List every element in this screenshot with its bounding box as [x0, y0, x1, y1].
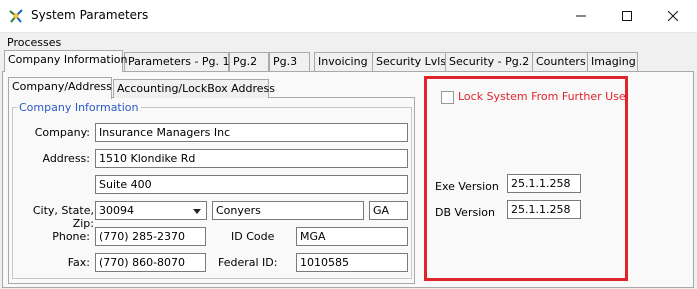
state-field[interactable]: GA: [369, 201, 408, 220]
phone-field[interactable]: (770) 285-2370: [95, 227, 206, 246]
chevron-down-icon[interactable]: [193, 209, 201, 214]
db-version-field: 25.1.1.258: [507, 200, 581, 219]
federal-id-field[interactable]: 1010585: [296, 253, 408, 272]
fax-label: Fax:: [67, 256, 90, 269]
company-field[interactable]: Insurance Managers Inc: [95, 123, 408, 142]
city-field[interactable]: Conyers: [212, 201, 364, 220]
group-label: Company Information: [17, 101, 141, 114]
tab-security-pg2[interactable]: Security - Pg.2: [445, 52, 535, 71]
subtab-accounting-lockbox[interactable]: Accounting/LockBox Address: [113, 79, 275, 98]
address-label: Address:: [42, 152, 90, 165]
exe-version-label: Exe Version: [435, 180, 499, 193]
zip-value: 30094: [99, 204, 134, 217]
close-button[interactable]: [650, 0, 696, 32]
subtab-company-address[interactable]: Company/Address: [8, 77, 112, 99]
idcode-label: ID Code: [231, 230, 275, 243]
idcode-field[interactable]: MGA: [296, 227, 408, 246]
zip-dropdown[interactable]: 30094: [95, 201, 207, 220]
address2-field[interactable]: Suite 400: [95, 175, 408, 194]
app-icon: [9, 9, 23, 23]
company-label: Company:: [34, 126, 90, 139]
fax-field[interactable]: (770) 860-8070: [95, 253, 206, 272]
federal-id-label: Federal ID:: [218, 256, 278, 269]
tab-imaging[interactable]: Imaging: [587, 52, 638, 71]
tab-invoicing[interactable]: Invoicing: [314, 52, 374, 71]
menu-processes[interactable]: Processes: [7, 36, 61, 49]
phone-label: Phone:: [52, 230, 90, 243]
window-title: System Parameters: [31, 8, 149, 22]
minimize-icon: [576, 15, 586, 17]
maximize-icon: [622, 11, 632, 21]
minimize-button[interactable]: [558, 0, 604, 32]
tab-pg3[interactable]: Pg.3: [269, 52, 310, 71]
tab-pg2[interactable]: Pg.2: [229, 52, 269, 71]
address1-field[interactable]: 1510 Klondike Rd: [95, 149, 408, 168]
maximize-button[interactable]: [604, 0, 650, 32]
tab-company-information[interactable]: Company Information: [4, 50, 128, 72]
exe-version-field: 25.1.1.258: [507, 174, 581, 193]
close-icon: [668, 11, 678, 21]
tab-counters[interactable]: Counters: [532, 52, 588, 71]
tab-security-lvls[interactable]: Security Lvls: [372, 52, 448, 71]
db-version-label: DB Version: [435, 206, 495, 219]
csz-label: City, State, Zip:: [32, 204, 94, 230]
tab-parameters-pg1[interactable]: Parameters - Pg. 1: [124, 52, 230, 71]
lock-system-label[interactable]: Lock System From Further Use: [458, 90, 626, 103]
lock-system-checkbox[interactable]: [441, 91, 454, 104]
